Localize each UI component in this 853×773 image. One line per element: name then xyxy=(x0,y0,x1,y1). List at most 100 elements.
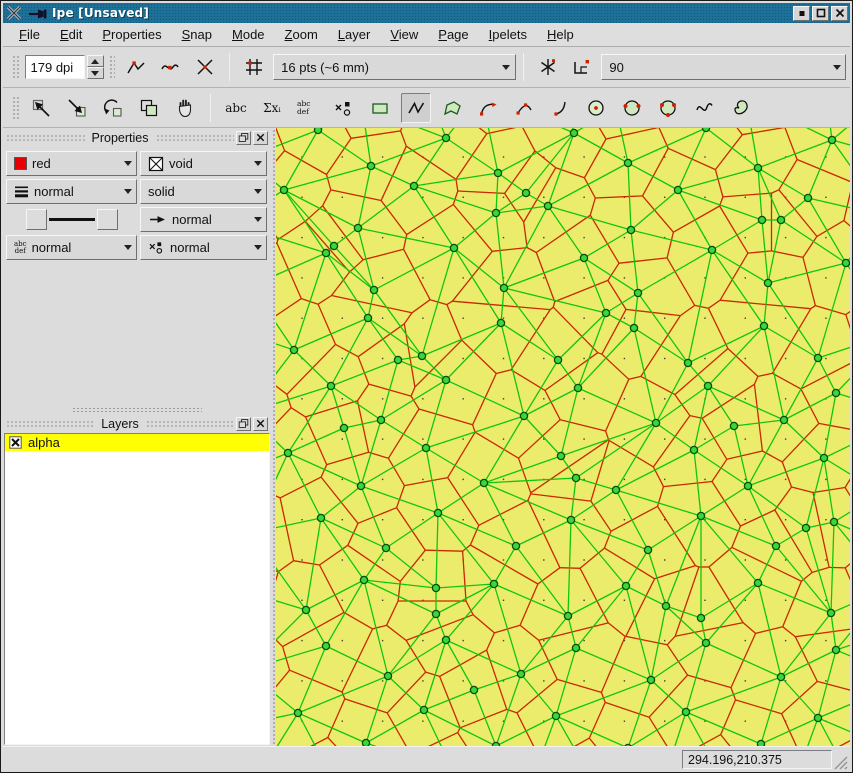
menu-mode[interactable]: Mode xyxy=(222,24,275,45)
toolbar-drag-handle[interactable] xyxy=(11,54,19,80)
resize-grip[interactable] xyxy=(834,756,848,770)
close-button[interactable] xyxy=(831,6,848,21)
layer-visibility-checkbox[interactable] xyxy=(9,436,22,449)
paragraph-mode-icon: abcdef xyxy=(297,97,319,119)
titlebar[interactable]: Ipe [Unsaved] xyxy=(3,3,850,23)
menu-page[interactable]: Page xyxy=(428,24,478,45)
menu-snap[interactable]: Snap xyxy=(172,24,222,45)
layers-dock-titlebar[interactable]: Layers xyxy=(3,414,271,433)
layer-name: alpha xyxy=(28,435,60,450)
snap-intersection-button[interactable] xyxy=(191,52,219,82)
resolution-up-button[interactable] xyxy=(87,55,104,67)
snap-grid-icon xyxy=(243,56,265,78)
menu-zoom[interactable]: Zoom xyxy=(275,24,328,45)
arc-mid-icon xyxy=(513,97,535,119)
stroke-color-dropdown-arrow[interactable] xyxy=(119,152,136,175)
dock-texture xyxy=(146,419,234,428)
maximize-button[interactable] xyxy=(812,6,829,21)
backward-arrow-toggle[interactable] xyxy=(26,209,47,230)
anglesize-combobox[interactable]: 90 xyxy=(601,54,846,80)
mode-rectangle-button[interactable] xyxy=(365,93,395,123)
mode-pan-button[interactable] xyxy=(170,93,200,123)
menu-edit[interactable]: Edit xyxy=(50,24,92,45)
fill-style-dropdown-arrow[interactable] xyxy=(249,152,266,175)
menu-file[interactable]: File xyxy=(9,24,50,45)
mode-circle-center-button[interactable] xyxy=(581,93,611,123)
dash-style-combobox[interactable]: solid xyxy=(140,179,267,204)
text-size-dropdown-arrow[interactable] xyxy=(119,236,136,259)
forward-arrow-toggle[interactable] xyxy=(97,209,118,230)
mode-polyline-button[interactable] xyxy=(401,93,431,123)
ipe-app-icon[interactable] xyxy=(28,7,48,19)
snap-vertex-icon xyxy=(125,56,147,78)
gridsize-dropdown-arrow[interactable] xyxy=(498,55,515,79)
pen-width-combobox[interactable]: normal xyxy=(6,179,137,204)
properties-float-button[interactable] xyxy=(236,131,251,145)
mode-rotate-button[interactable] xyxy=(98,93,128,123)
stretch-icon xyxy=(138,97,160,119)
mode-select-button[interactable] xyxy=(26,93,56,123)
menu-view[interactable]: View xyxy=(380,24,428,45)
mode-arc-mid-button[interactable] xyxy=(509,93,539,123)
toolbar-drag-handle[interactable] xyxy=(11,95,19,121)
snap-intersection-icon xyxy=(194,56,216,78)
properties-close-button[interactable] xyxy=(253,131,268,145)
resolution-down-button[interactable] xyxy=(87,67,104,79)
pen-width-dropdown-arrow[interactable] xyxy=(119,180,136,203)
fill-style-combobox[interactable]: void xyxy=(140,151,267,176)
mode-arc-simple-button[interactable] xyxy=(545,93,575,123)
arrow-style-combobox[interactable]: normal xyxy=(140,207,267,232)
gridsize-combobox[interactable]: 16 pts (~6 mm) xyxy=(273,54,516,80)
layer-row-alpha[interactable]: alpha xyxy=(5,434,269,451)
snap-toolbar: 179 dpi 16 pts (~6 mm) 90 xyxy=(3,47,850,88)
mode-stretch-button[interactable] xyxy=(134,93,164,123)
resolution-value[interactable]: 179 dpi xyxy=(25,55,85,79)
mode-translate-button[interactable] xyxy=(62,93,92,123)
minimize-button[interactable] xyxy=(793,6,810,21)
menu-properties[interactable]: Properties xyxy=(92,24,171,45)
mode-text-button[interactable]: abc xyxy=(221,93,251,123)
drawing-canvas[interactable] xyxy=(276,128,850,746)
layers-close-button[interactable] xyxy=(253,417,268,431)
arrow-style-dropdown-arrow[interactable] xyxy=(249,208,266,231)
stroke-color-swatch xyxy=(14,157,27,170)
menubar: FileEditPropertiesSnapModeZoomLayerViewP… xyxy=(3,23,850,47)
mode-polygon-button[interactable] xyxy=(437,93,467,123)
mode-splinegon-button[interactable] xyxy=(725,93,755,123)
mark-size-dropdown-arrow[interactable] xyxy=(249,236,266,259)
properties-dock-titlebar[interactable]: Properties xyxy=(3,128,271,147)
resolution-spinbox[interactable]: 179 dpi xyxy=(25,54,104,80)
snap-boundary-button[interactable] xyxy=(156,52,184,82)
anglesize-value: 90 xyxy=(609,60,623,75)
mode-arc-ends-button[interactable] xyxy=(473,93,503,123)
text-size-combobox[interactable]: abcdef normal xyxy=(6,235,137,260)
layers-list[interactable]: alpha xyxy=(4,433,270,745)
rotate-icon xyxy=(102,97,124,119)
mode-marks-button[interactable] xyxy=(329,93,359,123)
toolbar-drag-handle[interactable] xyxy=(108,54,116,80)
mode-spline-button[interactable] xyxy=(689,93,719,123)
menu-help[interactable]: Help xyxy=(537,24,584,45)
dock-splitter[interactable] xyxy=(3,406,271,414)
snap-vertex-button[interactable] xyxy=(122,52,150,82)
mode-circle-diameter-button[interactable] xyxy=(617,93,647,123)
snap-auto-angle-button[interactable] xyxy=(568,52,596,82)
anglesize-dropdown-arrow[interactable] xyxy=(828,55,845,79)
stroke-color-combobox[interactable]: red xyxy=(6,151,137,176)
mode-math-button[interactable]: Σxᵢ xyxy=(257,93,287,123)
snap-angle-button[interactable] xyxy=(534,52,562,82)
mode-paragraph-button[interactable]: abcdef xyxy=(293,93,323,123)
ipe-window: Ipe [Unsaved] FileEditPropertiesSnapMode… xyxy=(0,0,853,773)
mode-circle-3pts-button[interactable] xyxy=(653,93,683,123)
snap-grid-button[interactable] xyxy=(240,52,268,82)
menu-layer[interactable]: Layer xyxy=(328,24,381,45)
mark-size-combobox[interactable]: normal xyxy=(140,235,267,260)
text-size-icon: abcdef xyxy=(14,241,27,255)
menu-ipelets[interactable]: Ipelets xyxy=(479,24,537,45)
dash-style-dropdown-arrow[interactable] xyxy=(249,180,266,203)
mark-size-icon xyxy=(148,240,165,255)
x-cursor-icon xyxy=(6,5,22,21)
layers-float-button[interactable] xyxy=(236,417,251,431)
dock-texture xyxy=(6,419,94,428)
snap-angle-icon xyxy=(537,56,559,78)
